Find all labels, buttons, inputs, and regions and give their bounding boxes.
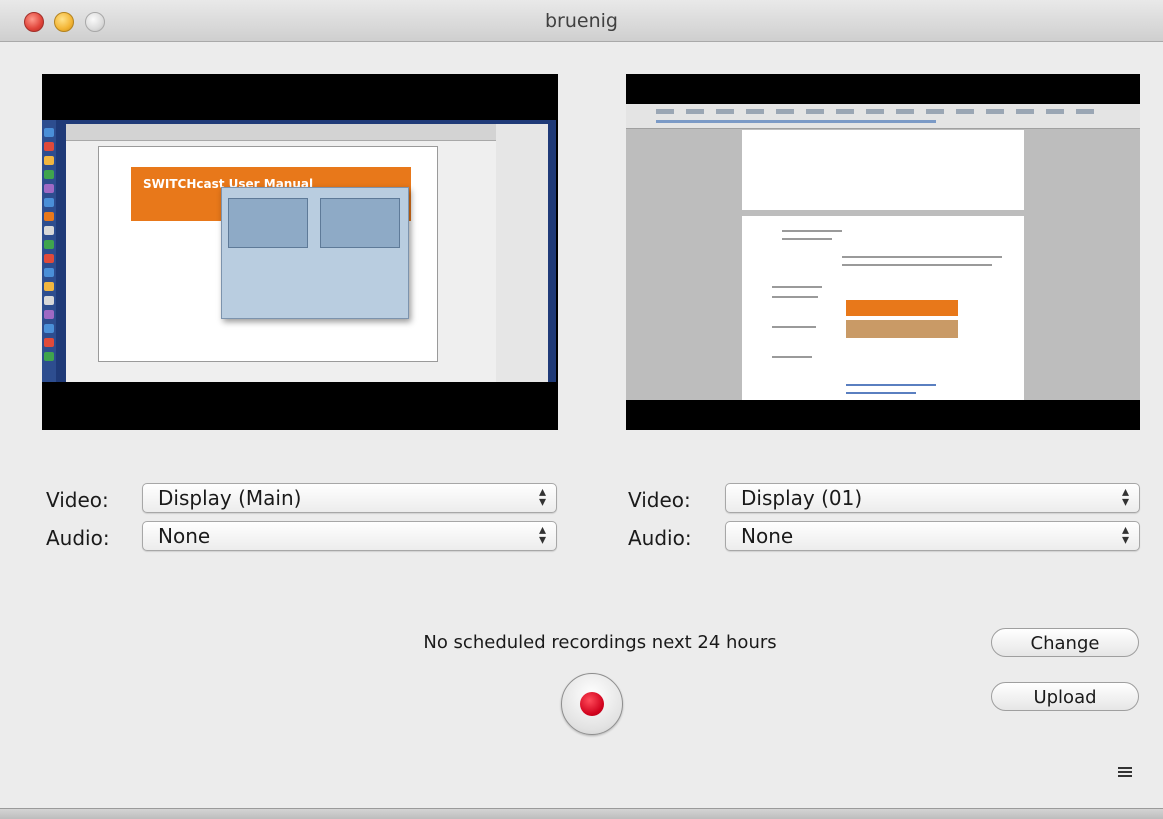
schedule-status: No scheduled recordings next 24 hours — [423, 632, 777, 653]
title-bar[interactable]: bruenig — [0, 0, 1163, 42]
left-audio-select[interactable]: None ▴ ▾ — [142, 521, 557, 551]
right-audio-label: Audio: — [628, 526, 692, 550]
dock-thumbnail — [42, 120, 56, 382]
record-icon — [580, 692, 604, 716]
desktop-thumbnail: SWITCHcast User Manual — [42, 120, 556, 382]
right-audio-select[interactable]: None ▴ ▾ — [725, 521, 1140, 551]
browser-toolbar-thumbnail — [66, 124, 496, 141]
left-video-label: Video: — [46, 488, 109, 512]
right-audio-value: None — [741, 524, 794, 548]
left-audio-label: Audio: — [46, 526, 110, 550]
browser-window-thumbnail: SWITCHcast User Manual — [66, 124, 496, 382]
select-arrows-icon: ▴ ▾ — [1121, 522, 1129, 548]
app-window: bruenig SWITCHcast User Manual Video: Di… — [0, 0, 1163, 819]
left-video-preview: SWITCHcast User Manual — [42, 74, 558, 430]
change-button[interactable]: Change — [991, 628, 1139, 657]
browser-thumbnail — [626, 104, 1140, 400]
document-page-thumbnail — [742, 130, 1024, 210]
window-title: bruenig — [545, 10, 618, 32]
browser-toolbar-thumbnail — [626, 104, 1140, 129]
right-video-select[interactable]: Display (01) ▴ ▾ — [725, 483, 1140, 513]
record-button[interactable] — [561, 673, 623, 735]
select-arrows-icon: ▴ ▾ — [538, 522, 546, 548]
select-arrows-icon: ▴ ▾ — [538, 484, 546, 510]
page-photo-thumbnail — [846, 320, 958, 338]
select-arrows-icon: ▴ ▾ — [1121, 484, 1129, 510]
left-audio-value: None — [158, 524, 211, 548]
right-video-preview — [626, 74, 1140, 430]
right-video-label: Video: — [628, 488, 691, 512]
dialog-thumbnail — [221, 187, 409, 319]
document-thumbnail: SWITCHcast User Manual — [98, 146, 438, 362]
left-video-value: Display (Main) — [158, 486, 302, 510]
page-banner-thumbnail — [846, 300, 958, 316]
document-page-thumbnail — [742, 216, 1024, 400]
right-video-value: Display (01) — [741, 486, 863, 510]
window-bottom-edge — [0, 808, 1163, 819]
left-video-select[interactable]: Display (Main) ▴ ▾ — [142, 483, 557, 513]
side-panel-thumbnail — [496, 124, 548, 382]
menu-icon[interactable] — [1118, 765, 1136, 779]
upload-button[interactable]: Upload — [991, 682, 1139, 711]
